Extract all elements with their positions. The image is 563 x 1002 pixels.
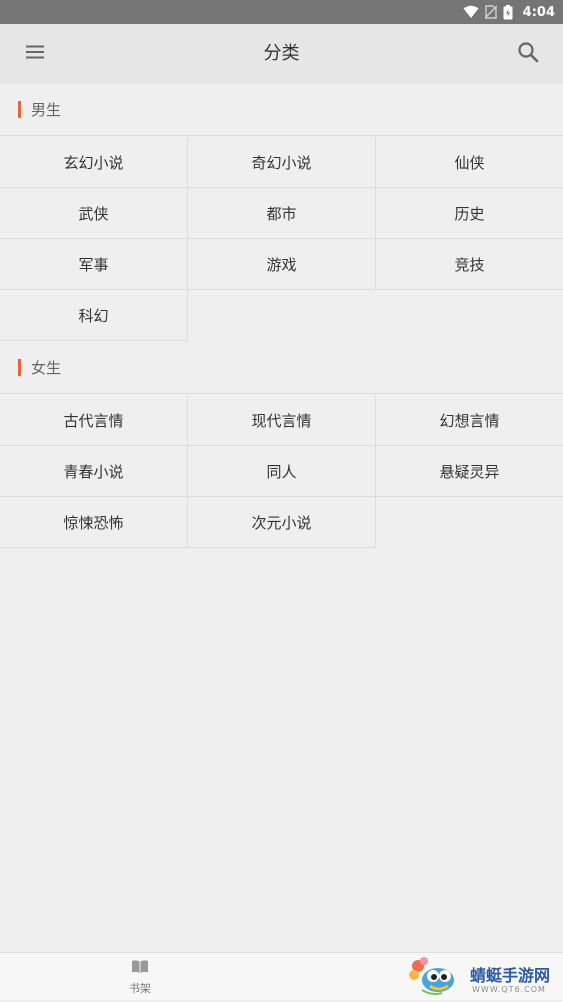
hamburger-menu-icon	[25, 44, 45, 64]
book-icon	[131, 959, 149, 978]
tab-bookshelf[interactable]: 书架	[100, 953, 180, 1001]
category-cell[interactable]: 现代言情	[188, 395, 376, 446]
category-cell[interactable]: 悬疑灵异	[376, 446, 563, 497]
category-cell[interactable]: 仙侠	[376, 137, 563, 188]
section-header-male: 男生	[0, 84, 563, 136]
section-accent-bar	[18, 359, 21, 376]
tab-bookshelf-label: 书架	[129, 981, 151, 995]
search-icon	[517, 41, 539, 67]
battery-icon	[503, 4, 513, 20]
category-cell[interactable]: 都市	[188, 188, 376, 239]
category-cell[interactable]: 历史	[376, 188, 563, 239]
section-header-female: 女生	[0, 342, 563, 394]
category-cell[interactable]: 古代言情	[0, 395, 188, 446]
menu-button[interactable]	[18, 38, 52, 70]
section-accent-bar	[18, 101, 21, 118]
no-sim-icon	[484, 5, 497, 19]
dragonfly-logo-icon	[409, 957, 454, 995]
app-bar: 分类	[0, 24, 563, 84]
wifi-icon	[463, 5, 479, 19]
category-cell[interactable]: 同人	[188, 446, 376, 497]
category-cell[interactable]: 玄幻小说	[0, 137, 188, 188]
category-cell[interactable]: 武侠	[0, 188, 188, 239]
category-cell[interactable]: 幻想言情	[376, 395, 563, 446]
category-cell[interactable]: 次元小说	[188, 497, 376, 548]
search-button[interactable]	[511, 38, 545, 70]
category-cell[interactable]: 青春小说	[0, 446, 188, 497]
category-cell[interactable]: 奇幻小说	[188, 137, 376, 188]
category-cell[interactable]: 科幻	[0, 290, 188, 341]
watermark-text: 蜻蜓手游网	[470, 966, 551, 985]
watermark-logo: 蜻蜓手游网 WWW.QT6.COM	[408, 956, 558, 998]
status-time: 4:04	[522, 4, 555, 20]
status-bar: 4:04	[0, 0, 563, 24]
watermark-url: WWW.QT6.COM	[472, 985, 546, 994]
page-title: 分类	[263, 43, 300, 64]
section-title-female: 女生	[31, 359, 62, 377]
category-cell[interactable]: 惊悚恐怖	[0, 497, 188, 548]
category-cell[interactable]: 游戏	[188, 239, 376, 290]
section-title-male: 男生	[31, 101, 62, 119]
category-cell[interactable]: 军事	[0, 239, 188, 290]
category-cell[interactable]: 竞技	[376, 239, 563, 290]
